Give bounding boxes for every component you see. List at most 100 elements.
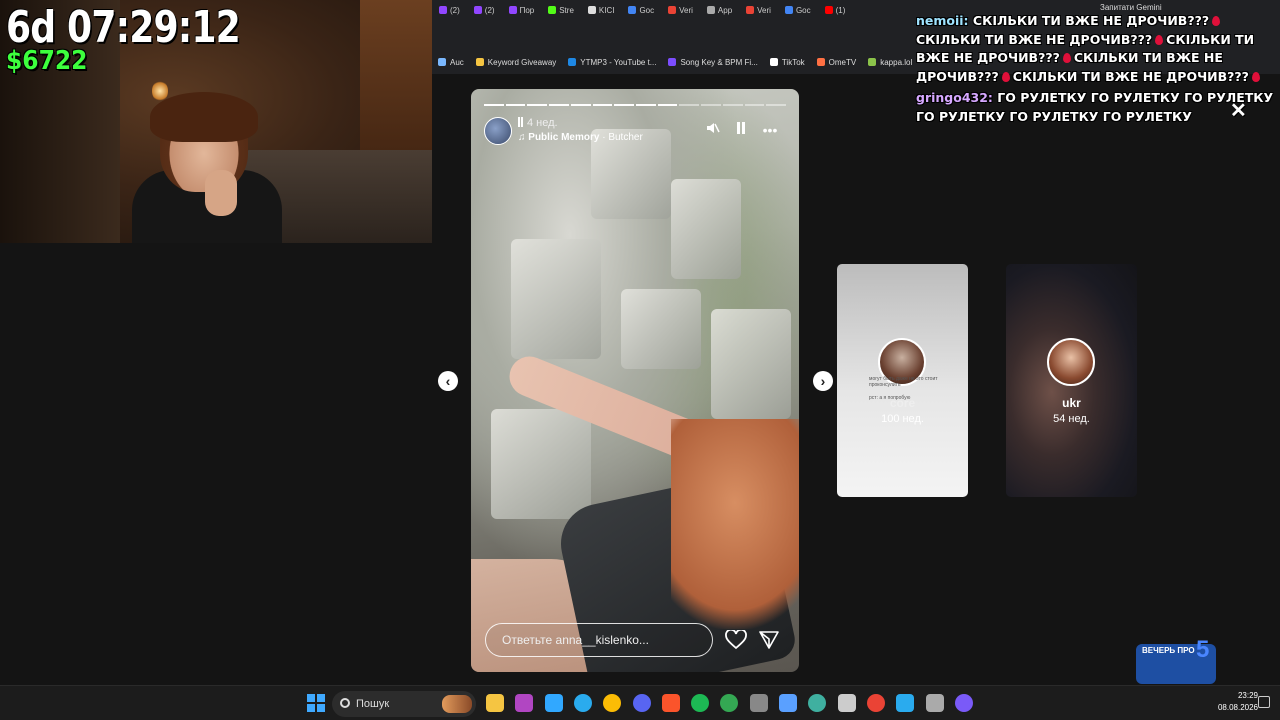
bookmark-label: Song Key & BPM Fi... [680,57,758,67]
progress-segment [722,104,743,106]
telegram-icon[interactable] [573,694,592,712]
tab-label: Goc [795,5,811,15]
logo-digit: 5 [1196,636,1210,663]
blood-drop-emote-icon [1212,16,1221,26]
like-heart-icon[interactable] [725,628,747,650]
chat-username: gringo432: [916,90,993,105]
blood-drop-emote-icon [1062,53,1071,63]
bookmark-icon [568,58,577,66]
photoshop-icon[interactable] [544,694,563,712]
browser-tab[interactable]: (1) [818,0,853,20]
screen: { "overlay": { "timer": "6d 07:29:12", "… [0,0,1280,720]
browser-tab[interactable]: Stre [541,0,581,20]
music-title: Public Memory [528,132,600,143]
pause-icon[interactable] [734,121,748,139]
bookmark-item[interactable]: Keyword Giveaway [470,58,562,67]
story-preview-ukr[interactable]: ukr 54 нед. [1006,264,1137,497]
telegram-alt-icon[interactable] [896,694,915,712]
browser-tab[interactable]: Goc [778,0,818,20]
story-viewer[interactable]: 4 нед. ♫ Public Memory · Butcher ••• Отв… [471,89,799,672]
browser-tab[interactable]: (2) [467,0,502,20]
kick-icon [548,6,557,14]
close-icon[interactable]: ✕ [1230,98,1247,123]
bookmark-item[interactable]: TikTok [764,58,811,67]
calculator-icon[interactable] [925,694,944,712]
browser-tab[interactable]: (2) [432,0,467,20]
twitch-icon [473,6,482,14]
discord-icon[interactable] [632,694,651,712]
tab-label: App [717,5,733,15]
bookmark-item[interactable]: Auc [432,58,470,67]
progress-segment [549,104,569,106]
chat-text: СКІЛЬКИ ТИ ВЖЕ НЕ ДРОЧИВ??? [1012,68,1249,84]
tab-label: Goc [639,5,655,15]
bookmark-icon [816,58,825,66]
chrome-active-icon[interactable] [866,694,885,712]
story-music[interactable]: ♫ Public Memory · Butcher [518,132,643,143]
progress-segment [592,104,613,106]
bookmark-item[interactable]: YTMP3 - YouTube t... [562,58,662,67]
chat-message: gringo432: ГО РУЛЕТКУ ГО РУЛЕТКУ ГО РУЛЕ… [916,89,1276,126]
globe-icon[interactable] [808,694,827,712]
story-author-avatar[interactable] [484,117,512,145]
mute-icon[interactable] [704,121,722,139]
search-highlight-image [442,695,472,713]
chrome-icon[interactable] [603,694,622,712]
bookmark-label: OmeTV [828,57,857,67]
spotify-icon[interactable] [691,694,710,712]
preview-name: ukr [1062,396,1081,410]
file-explorer-icon[interactable] [486,694,504,712]
obs-icon[interactable] [954,694,973,712]
gemini-button[interactable]: Запитати Gemini [1100,3,1162,12]
browser-tab[interactable]: Goc [621,0,661,20]
windows-start-icon[interactable] [307,694,325,712]
progress-segment [614,104,635,106]
chat-message: nemoii: СКІЛЬКИ ТИ ВЖЕ НЕ ДРОЧИВ??? СКІЛЬ… [916,12,1276,86]
next-story-button[interactable]: › [813,371,833,391]
preview-name: core [889,396,916,410]
bookmarks-bar: Auc Keyword Giveaway YTMP3 - YouTube t... S… [432,54,918,70]
progress-segment [505,104,526,106]
tab-label: Veri [757,5,771,15]
app2-icon[interactable] [779,694,797,712]
donation-total: $6722 [6,46,88,76]
browser-tab[interactable]: Veri [661,0,700,20]
terminal-icon[interactable] [837,694,856,712]
chat-username: nemoii: [916,13,969,28]
more-options-icon[interactable]: ••• [760,121,780,139]
bookmark-item[interactable]: OmeTV [811,58,863,67]
bookmark-item[interactable]: Song Key & BPM Fi... [662,58,763,67]
send-icon[interactable] [759,630,779,650]
bookmark-icon [438,58,446,66]
bookmark-label: Auc [450,57,464,67]
media-icon[interactable] [515,694,534,712]
music-artist: Butcher [608,132,643,143]
progress-segment [744,104,765,106]
prev-story-button[interactable]: ‹ [438,371,458,391]
tab-label: Stre [559,5,574,15]
progress-segment [701,104,721,106]
bookmark-icon [668,58,677,66]
blood-drop-emote-icon [1251,71,1260,82]
progress-segment [657,104,678,106]
system-clock[interactable]: 23:29 08.08.2026 [1208,690,1258,714]
browser-tab[interactable]: Пор [502,0,542,20]
preview-time: 54 нед. [1053,413,1090,425]
reply-input[interactable]: Ответьте anna__kislenko... [485,623,713,657]
music-note-icon: ♫ [518,132,529,143]
taskbar-search[interactable]: Пошук [332,691,476,717]
story-preview-core[interactable]: могут быть даже не это стоит проконсулит… [837,264,968,497]
bookmark-item[interactable]: kappa.lol [862,58,918,67]
brave-icon[interactable] [661,694,680,712]
search-icon [340,698,350,708]
channel-logo: ВЕЧЕРЬ ПРО 5 [1136,622,1246,686]
progress-segment [570,104,591,106]
browser-tab[interactable]: App [700,0,739,20]
twitch-icon [439,6,447,14]
notifications-icon[interactable] [1258,696,1270,708]
chrome-alt-icon[interactable] [720,694,739,712]
browser-tab[interactable]: KICI [581,0,622,20]
browser-tab[interactable]: Veri [739,0,778,20]
app-icon[interactable] [749,694,768,712]
youtube-icon [824,6,833,14]
